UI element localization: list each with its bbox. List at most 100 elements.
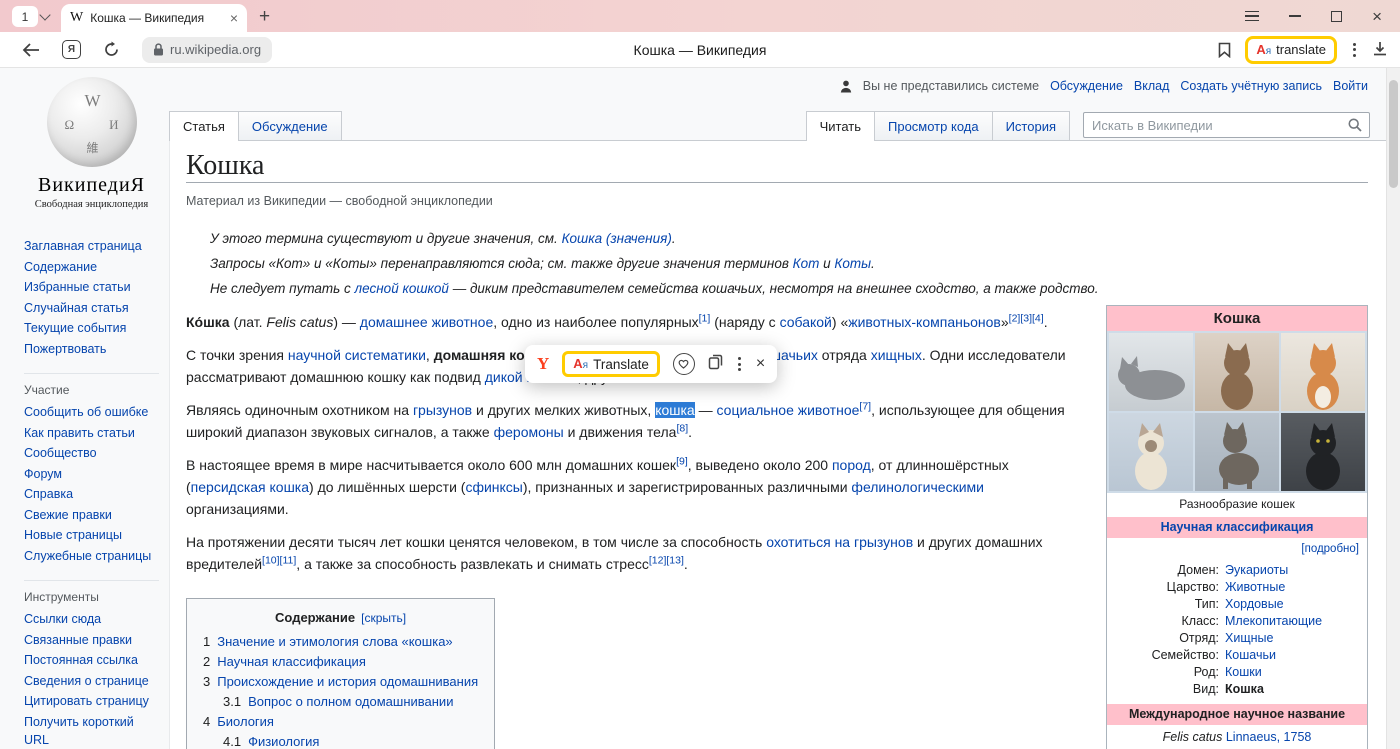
inline-link[interactable]: лесной кошкой <box>355 281 449 296</box>
inline-link[interactable]: [2][3][4] <box>1009 312 1044 324</box>
search-input[interactable] <box>1084 118 1348 133</box>
sidebar-item-related-changes[interactable]: Связанные правки <box>24 630 159 651</box>
inline-link[interactable]: [8] <box>676 422 688 434</box>
classification-header[interactable]: Научная классификация <box>1107 517 1367 538</box>
taxon-link[interactable]: Хордовые <box>1225 596 1361 613</box>
sidebar-item-donate[interactable]: Пожертвовать <box>24 339 159 360</box>
yandex-button[interactable]: Я <box>62 40 81 59</box>
inline-link[interactable]: социальное животное <box>717 402 860 418</box>
inline-link[interactable]: [7] <box>859 400 871 412</box>
inline-link[interactable]: фелинологическими <box>851 479 984 495</box>
personal-link-create-account[interactable]: Создать учётную запись <box>1180 79 1322 93</box>
tab-close-icon[interactable]: × <box>230 10 238 26</box>
inline-link[interactable]: охотиться на грызунов <box>766 534 913 550</box>
new-tab-button[interactable]: + <box>259 6 270 28</box>
toolbar-translate-button[interactable]: Aя translate <box>1245 36 1337 64</box>
sidebar-item-forum[interactable]: Форум <box>24 464 159 485</box>
sidebar-item-featured[interactable]: Избранные статьи <box>24 277 159 298</box>
sidebar-item-random[interactable]: Случайная статья <box>24 298 159 319</box>
popup-more-icon[interactable] <box>736 355 743 373</box>
minimize-button[interactable] <box>1289 15 1301 17</box>
inline-link[interactable]: пород <box>832 457 871 473</box>
page-scrollbar[interactable] <box>1386 68 1400 749</box>
toc-link[interactable]: Биология <box>217 714 274 729</box>
search-icon[interactable] <box>1348 118 1362 132</box>
wiki-search-box[interactable] <box>1083 112 1370 138</box>
scrollbar-thumb[interactable] <box>1389 80 1398 188</box>
sidebar-item-community[interactable]: Сообщество <box>24 443 159 464</box>
chevron-down-icon[interactable] <box>39 9 50 20</box>
inline-link[interactable]: кошка <box>655 402 695 418</box>
toolbar-more-icon[interactable] <box>1351 41 1358 59</box>
inline-link[interactable]: феромоны <box>494 424 564 440</box>
sidebar-item-short-url[interactable]: Получить короткий URL <box>24 712 159 749</box>
sidebar-item-how-to-edit[interactable]: Как править статьи <box>24 423 159 444</box>
toc-link[interactable]: Научная классификация <box>217 654 366 669</box>
inline-link[interactable]: Кошка (значения) <box>562 231 672 246</box>
tab-view-source[interactable]: Просмотр кода <box>874 111 993 140</box>
tab-history[interactable]: История <box>992 111 1070 140</box>
sidebar-item-new-pages[interactable]: Новые страницы <box>24 525 159 546</box>
taxon-link[interactable]: Кошачьи <box>1225 647 1361 664</box>
taxon-link[interactable]: Кошки <box>1225 664 1361 681</box>
address-bar[interactable]: ru.wikipedia.org <box>142 37 272 63</box>
tab-counter[interactable]: 1 <box>12 6 49 27</box>
toc-hide-link[interactable]: [скрыть] <box>361 611 406 625</box>
sidebar-item-contents[interactable]: Содержание <box>24 257 159 278</box>
sidebar-item-special-pages[interactable]: Служебные страницы <box>24 546 159 567</box>
browser-tab-active[interactable]: W Кошка — Википедия × <box>61 4 247 32</box>
inline-link[interactable]: [1] <box>699 312 711 324</box>
inline-link[interactable]: научной систематики <box>288 347 426 363</box>
inline-link[interactable]: домашнее животное <box>360 314 493 330</box>
popup-translate-button[interactable]: Aя Translate <box>562 351 660 377</box>
toc-link[interactable]: Физиология <box>248 734 319 749</box>
popup-close-icon[interactable]: × <box>756 355 765 373</box>
refresh-button[interactable] <box>103 41 120 58</box>
toc-link[interactable]: Значение и этимология слова «кошка» <box>217 634 452 649</box>
toc-link[interactable]: Вопрос о полном одомашнивании <box>248 694 453 709</box>
sidebar-item-permanent-link[interactable]: Постоянная ссылка <box>24 650 159 671</box>
bookmark-icon[interactable] <box>1218 42 1231 58</box>
sidebar-item-main-page[interactable]: Заглавная страница <box>24 236 159 257</box>
inline-link[interactable]: [10][11] <box>262 554 296 566</box>
personal-link-talk[interactable]: Обсуждение <box>1050 79 1123 93</box>
sidebar-item-current-events[interactable]: Текущие события <box>24 318 159 339</box>
tab-read[interactable]: Читать <box>806 111 875 141</box>
inline-link[interactable]: Кот <box>793 256 820 271</box>
sidebar-item-cite-page[interactable]: Цитировать страницу <box>24 691 159 712</box>
copy-icon[interactable] <box>708 354 723 375</box>
author-link[interactable]: Linnaeus, 1758 <box>1226 730 1312 744</box>
download-icon[interactable] <box>1372 41 1388 58</box>
inline-link[interactable]: животных-компаньонов <box>848 314 1001 330</box>
sidebar-item-page-info[interactable]: Сведения о странице <box>24 671 159 692</box>
inline-link[interactable]: [12][13] <box>649 554 684 566</box>
taxon-link[interactable]: Хищные <box>1225 630 1361 647</box>
sidebar-item-report-error[interactable]: Сообщить об ошибке <box>24 402 159 423</box>
details-link[interactable]: [подробно] <box>1301 543 1359 555</box>
taxon-link[interactable]: Животные <box>1225 579 1361 596</box>
inline-link[interactable]: грызунов <box>413 402 472 418</box>
tab-article[interactable]: Статья <box>169 111 239 141</box>
inline-link[interactable]: хищных <box>871 347 922 363</box>
favorite-icon[interactable] <box>673 353 695 375</box>
sidebar-item-help[interactable]: Справка <box>24 484 159 505</box>
inline-link[interactable]: сфинксы <box>465 479 522 495</box>
inline-link[interactable]: [9] <box>676 455 688 467</box>
inline-link[interactable]: собакой <box>780 314 832 330</box>
wikipedia-logo[interactable]: WΩИ維 ВикипедиЯ Свободная энциклопедия <box>27 77 157 210</box>
sidebar-item-what-links-here[interactable]: Ссылки сюда <box>24 609 159 630</box>
menu-icon[interactable] <box>1245 11 1259 22</box>
personal-link-login[interactable]: Войти <box>1333 79 1368 93</box>
taxon-link[interactable]: Эукариоты <box>1225 562 1361 579</box>
toc-link[interactable]: Происхождение и история одомашнивания <box>217 674 478 689</box>
maximize-button[interactable] <box>1331 11 1342 22</box>
inline-link[interactable]: Коты <box>834 256 871 271</box>
close-window-button[interactable]: × <box>1372 8 1382 25</box>
sidebar-item-recent-changes[interactable]: Свежие правки <box>24 505 159 526</box>
tab-count-badge[interactable]: 1 <box>12 6 38 27</box>
tab-discussion[interactable]: Обсуждение <box>238 111 342 140</box>
inline-link[interactable]: персидская кошка <box>191 479 309 495</box>
back-button[interactable] <box>22 43 40 57</box>
personal-link-contribs[interactable]: Вклад <box>1134 79 1170 93</box>
taxon-link[interactable]: Млекопитающие <box>1225 613 1361 630</box>
